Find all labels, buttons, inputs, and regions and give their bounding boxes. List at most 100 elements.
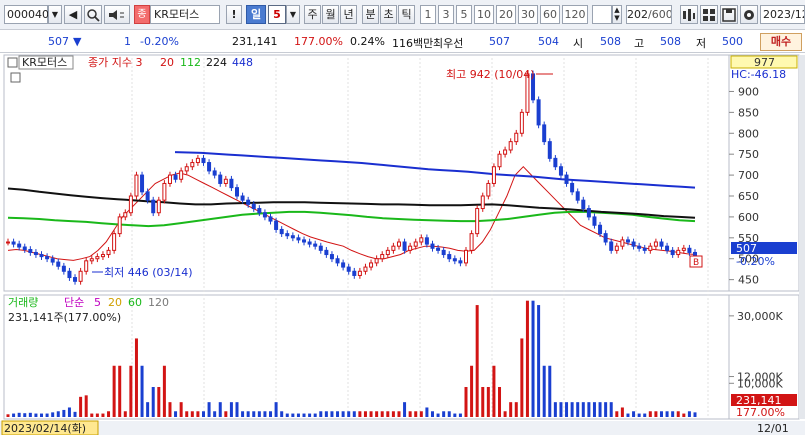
chart-area: 900 850 800 750 700 650 600 550 500 450 30,000K 12…	[0, 53, 805, 435]
volume-bar	[565, 402, 569, 417]
gear-icon[interactable]	[740, 5, 758, 24]
volume-bar	[112, 365, 116, 417]
candle-body	[179, 170, 184, 180]
candle-body	[352, 270, 357, 276]
candle-body	[586, 208, 591, 218]
interval-20-button[interactable]: 20	[496, 5, 516, 24]
minute-button[interactable]: 분	[362, 5, 379, 24]
trade-amount: 116백만	[392, 37, 434, 50]
second-button[interactable]: 초	[380, 5, 397, 24]
tick-button[interactable]: 틱	[398, 5, 415, 24]
candle-body	[693, 251, 697, 257]
interval-5-button[interactable]: 5	[456, 5, 472, 24]
candle-body	[642, 247, 647, 251]
candle-body	[112, 233, 117, 251]
candle-body	[380, 254, 385, 260]
candle-body	[201, 157, 206, 164]
volume-bar	[34, 413, 38, 417]
chart-settings-icon[interactable]	[680, 5, 698, 24]
current-price-tag: 507	[736, 242, 757, 255]
candle-body	[357, 270, 362, 276]
price-tick-label: 650	[738, 190, 759, 203]
volume-bar	[190, 411, 194, 417]
code-dropdown-button[interactable]: ▼	[48, 5, 62, 24]
candle-body	[11, 241, 16, 245]
candle-body	[687, 247, 692, 253]
interval-1-button[interactable]: 1	[420, 5, 436, 24]
volume-bar	[45, 413, 49, 417]
candle-body	[464, 249, 468, 264]
interval-120-button[interactable]: 120	[562, 5, 588, 24]
day-count-dropdown[interactable]: ▼	[286, 5, 300, 24]
panel-menu-icon[interactable]	[7, 57, 18, 68]
search-icon[interactable]	[84, 5, 102, 24]
chart-canvas[interactable]: 900850800750700650600550500450 30,000K12…	[0, 53, 805, 435]
candle-body	[413, 241, 418, 247]
day-count-field[interactable]: 5	[268, 5, 286, 24]
volume-bar	[146, 402, 150, 417]
stock-name-field[interactable]: KR모터스	[150, 5, 220, 24]
candle-body	[290, 235, 295, 239]
volume-bar	[369, 411, 373, 417]
speaker-icon[interactable]	[104, 5, 130, 24]
volume-bar	[347, 411, 351, 417]
volume-bar	[185, 411, 189, 417]
volume-bar	[336, 411, 340, 417]
candle-body	[385, 249, 390, 256]
candle-body	[514, 132, 519, 143]
vertical-scrollbar[interactable]	[799, 55, 805, 419]
volume-bar	[107, 411, 111, 417]
volume-bar	[548, 365, 552, 417]
panel-toggle-icon[interactable]	[10, 72, 21, 83]
volume-bar	[687, 411, 691, 417]
interval-10-button[interactable]: 10	[474, 5, 494, 24]
interval-spin-button[interactable]: ▲ ▼	[612, 5, 622, 24]
save-icon[interactable]	[720, 5, 738, 24]
price-tick-label: 600	[738, 211, 759, 224]
volume-bar	[224, 411, 228, 417]
stock-title: KR모터스	[22, 56, 67, 69]
stock-code-input[interactable]: 000040	[4, 5, 49, 24]
candle-body	[637, 245, 642, 249]
interval-input[interactable]	[592, 5, 612, 24]
interval-30-button[interactable]: 30	[518, 5, 538, 24]
prev-stock-button[interactable]: ◀	[64, 5, 82, 24]
grid-icon[interactable]	[700, 5, 718, 24]
page-counter[interactable]: 202/600	[626, 5, 672, 24]
candle-body	[128, 195, 133, 214]
candle-body	[374, 258, 379, 264]
volume-bar	[430, 411, 434, 417]
day-button[interactable]: 일	[246, 5, 266, 24]
volume-bar	[570, 402, 574, 417]
volume-ma-5: 5	[94, 296, 101, 309]
candle-body	[519, 111, 524, 134]
volume-bar	[425, 407, 429, 417]
candle-body	[268, 216, 273, 222]
candle-body	[145, 191, 150, 201]
volume-bar	[201, 411, 205, 417]
volume-bar	[408, 411, 412, 417]
year-button[interactable]: 년	[340, 5, 357, 24]
volume-bar	[531, 300, 535, 417]
volume-bar	[129, 365, 133, 417]
candle-body	[575, 191, 580, 201]
volume-bar	[252, 411, 256, 417]
alert-button[interactable]: !	[226, 5, 242, 24]
candle-body	[218, 174, 223, 184]
buy-button[interactable]: 매수	[760, 33, 802, 51]
interval-3-button[interactable]: 3	[438, 5, 454, 24]
open-price: 508	[600, 35, 621, 48]
candle-body	[553, 157, 558, 168]
volume-bar	[352, 411, 356, 417]
date-field[interactable]: 2023/12	[760, 5, 805, 24]
volume-bar	[665, 411, 669, 417]
candle-body	[106, 249, 111, 256]
interval-60-button[interactable]: 60	[540, 5, 560, 24]
candle-body	[89, 258, 94, 262]
candle-body	[296, 237, 301, 241]
candle-body	[235, 187, 239, 197]
week-button[interactable]: 주	[304, 5, 321, 24]
price-tick-label: 750	[738, 148, 759, 161]
month-button[interactable]: 월	[322, 5, 339, 24]
volume-bar	[23, 413, 27, 417]
